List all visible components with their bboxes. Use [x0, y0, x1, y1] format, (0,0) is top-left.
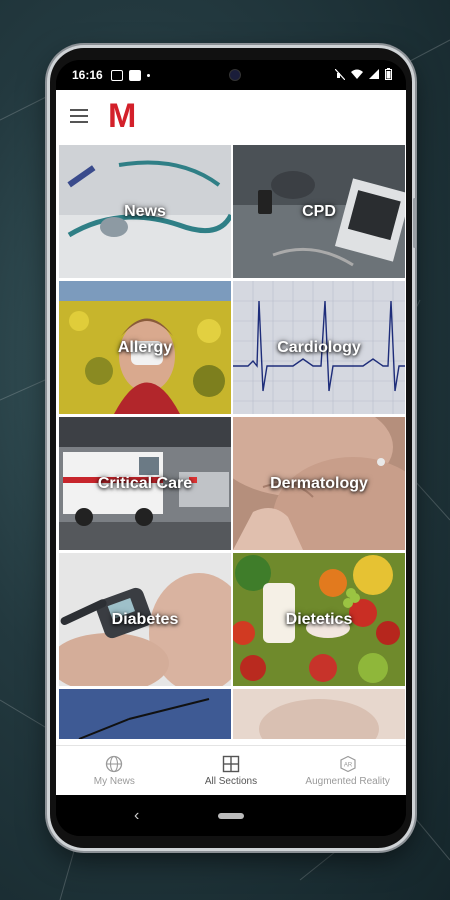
section-label: Critical Care: [97, 474, 193, 492]
nav-label: All Sections: [204, 776, 258, 787]
partial-tile-image: [59, 689, 231, 739]
section-label: Cardiology: [277, 338, 361, 356]
menu-icon[interactable]: [70, 109, 88, 123]
section-tile-partial[interactable]: [59, 689, 231, 739]
status-time: 16:16: [72, 68, 103, 82]
battery-icon: [385, 68, 392, 80]
more-notifications-icon: [146, 73, 150, 77]
section-label: Diabetes: [111, 610, 179, 628]
back-icon[interactable]: ‹: [134, 807, 139, 825]
power-button: [413, 198, 416, 248]
nav-augmented-reality[interactable]: AR Augmented Reality: [289, 746, 406, 796]
section-tile-diabetes[interactable]: Diabetes: [59, 553, 231, 686]
nav-label: Augmented Reality: [305, 776, 390, 787]
section-tile-partial[interactable]: [233, 689, 405, 739]
phone-frame: 16:16 M News CPD Allergy Cardiology Crit…: [50, 48, 416, 848]
bottom-navigation: My News All Sections AR Augmented Realit…: [56, 745, 406, 796]
svg-text:AR: AR: [344, 763, 353, 769]
section-tile-dermatology[interactable]: Dermatology: [233, 417, 405, 550]
status-bar: 16:16: [56, 60, 406, 90]
signal-icon: [369, 69, 379, 79]
system-navigation-bar: ‹: [56, 795, 406, 836]
app-logo[interactable]: M: [108, 99, 136, 133]
app-bar: M: [56, 90, 406, 142]
section-label: News: [124, 202, 166, 220]
nav-my-news[interactable]: My News: [56, 746, 173, 796]
section-label: Allergy: [117, 338, 173, 356]
gallery-notification-icon: [110, 69, 123, 81]
section-label: Dermatology: [270, 474, 368, 492]
mute-icon: [335, 68, 345, 80]
nav-all-sections[interactable]: All Sections: [173, 746, 290, 796]
wifi-icon: [351, 69, 363, 79]
youtube-notification-icon: [128, 69, 141, 81]
section-tile-dietetics[interactable]: Dietetics: [233, 553, 405, 686]
section-label: CPD: [302, 202, 336, 220]
section-tile-cardiology[interactable]: Cardiology: [233, 281, 405, 414]
phone-screen: 16:16 M News CPD Allergy Cardiology Crit…: [56, 60, 406, 836]
section-tile-news[interactable]: News: [59, 145, 231, 278]
sections-grid-container[interactable]: News CPD Allergy Cardiology Critical Car…: [56, 142, 406, 745]
partial-tile-image: [233, 689, 405, 739]
section-tile-cpd[interactable]: CPD: [233, 145, 405, 278]
section-label: Dietetics: [285, 610, 353, 628]
nav-label: My News: [93, 776, 135, 787]
section-tile-critical-care[interactable]: Critical Care: [59, 417, 231, 550]
section-tile-allergy[interactable]: Allergy: [59, 281, 231, 414]
home-pill[interactable]: [218, 813, 244, 819]
grid-icon: [222, 755, 240, 773]
sections-grid: News CPD Allergy Cardiology Critical Car…: [59, 145, 405, 739]
ar-cube-icon: AR: [340, 755, 356, 773]
globe-icon: [106, 755, 123, 773]
front-camera: [229, 69, 241, 81]
